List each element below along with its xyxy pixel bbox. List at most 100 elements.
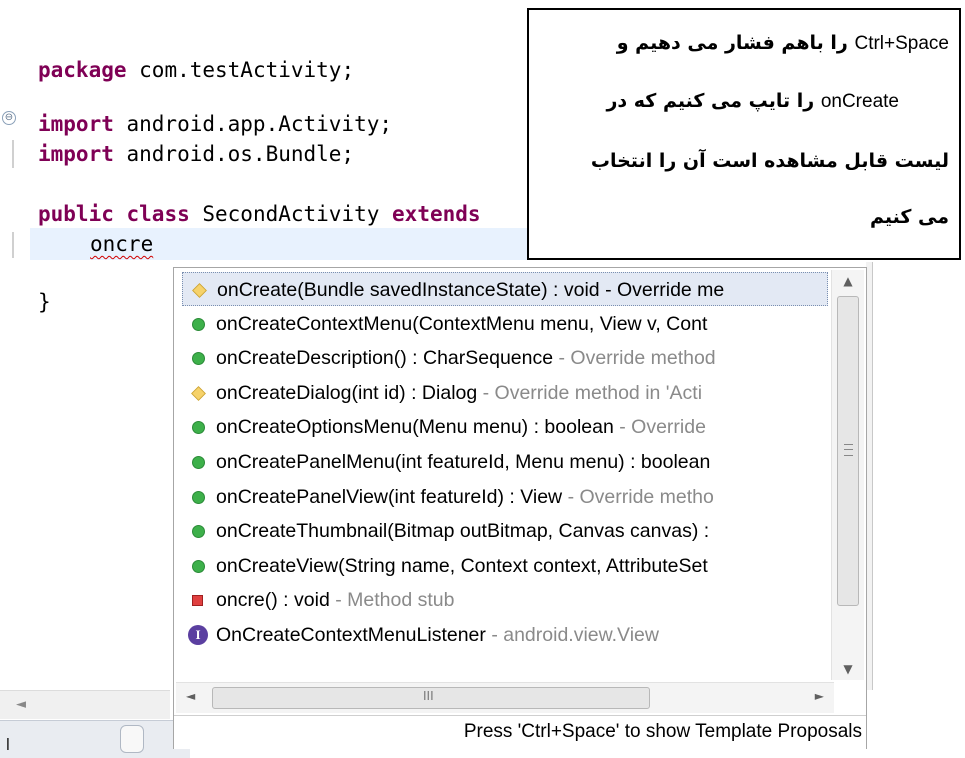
- scroll-thumb[interactable]: III: [212, 687, 650, 709]
- horizontal-scrollbar[interactable]: ◄ III ►: [176, 682, 834, 713]
- proposal-signature: onCreatePanelMenu(int featureId, Menu me…: [216, 451, 711, 473]
- proposal-item[interactable]: I OnCreateContextMenuListener - android.v…: [182, 618, 828, 652]
- tab-label[interactable]: l: [6, 735, 10, 755]
- annotation-text: را باهم فشار می دهیم و: [616, 32, 848, 54]
- diamond-icon: [192, 283, 207, 298]
- interface-icon: I: [188, 625, 208, 645]
- proposal-list[interactable]: onCreate(Bundle savedInstanceState) : vo…: [174, 268, 830, 680]
- green-dot-icon: [192, 490, 205, 504]
- annotation-line-3: لیست قابل مشاهده است آن را انتخاب: [590, 150, 949, 172]
- proposal-label: onCreate(Bundle savedInstanceState) : vo…: [217, 273, 725, 305]
- proposal-item[interactable]: onCreateDialog(int id) : Dialog - Overri…: [182, 376, 828, 410]
- proposal-label: onCreateDescription() : CharSequence - O…: [216, 341, 716, 375]
- proposal-signature: onCreateView(String name, Context contex…: [216, 554, 708, 577]
- code-line-close-brace: }: [38, 290, 51, 314]
- margin-bar: [12, 232, 14, 258]
- proposal-signature: onCreateContextMenu(ContextMenu menu, Vi…: [216, 312, 708, 335]
- annotation-line-4: می کنیم: [869, 206, 949, 228]
- proposal-label: onCreateContextMenu(ContextMenu menu, Vi…: [216, 307, 707, 341]
- package-name: com.testActivity;: [126, 58, 355, 82]
- proposal-detail: - Override method: [553, 347, 716, 370]
- bottom-tab-strip: l: [0, 720, 190, 758]
- proposal-item[interactable]: onCreateDescription() : CharSequence - O…: [182, 341, 828, 375]
- proposal-detail: - Override me: [599, 279, 725, 301]
- proposal-detail: - Override metho: [562, 485, 714, 508]
- proposal-label: onCreateDialog(int id) : Dialog - Overri…: [216, 376, 702, 410]
- proposal-signature: onCreateDescription() : CharSequence: [216, 347, 554, 370]
- red-square-icon: [192, 595, 203, 607]
- proposal-detail: - Method stub: [329, 589, 455, 612]
- keyword: class: [126, 202, 190, 226]
- import-path: android.os.Bundle;: [113, 142, 355, 166]
- margin-bar: [12, 140, 14, 168]
- proposal-signature: onCreateThumbnail(Bitmap outBitmap, Canv…: [216, 520, 710, 543]
- proposal-item[interactable]: onCreateContextMenu(ContextMenu menu, Vi…: [182, 307, 828, 341]
- proposal-item[interactable]: onCreate(Bundle savedInstanceState) : vo…: [182, 272, 828, 306]
- green-dot-icon: [192, 559, 205, 573]
- proposal-signature: onCreateOptionsMenu(Menu menu) : boolean: [216, 416, 614, 439]
- proposal-signature: onCreateDialog(int id) : Dialog: [216, 381, 478, 404]
- proposal-item[interactable]: onCreatePanelMenu(int featureId, Menu me…: [182, 445, 828, 479]
- code-line-typed: oncre: [90, 232, 153, 256]
- popup-status-bar: Press 'Ctrl+Space' to show Template Prop…: [174, 715, 866, 749]
- typed-text: oncre: [90, 232, 154, 256]
- proposal-item[interactable]: onCreatePanelView(int featureId) : View …: [182, 480, 828, 514]
- shortcut-text: Ctrl+Space: [854, 33, 949, 54]
- proposal-detail: - android.view.View: [485, 624, 659, 646]
- keyword: package: [38, 58, 127, 82]
- scroll-left-icon[interactable]: ◄: [186, 689, 195, 703]
- proposal-label: OnCreateContextMenuListener - android.vi…: [216, 618, 659, 652]
- proposal-label: onCreateView(String name, Context contex…: [216, 549, 708, 583]
- proposal-label: onCreatePanelMenu(int featureId, Menu me…: [216, 445, 710, 479]
- grip-icon: III: [423, 689, 434, 703]
- proposal-signature: onCreate(Bundle savedInstanceState) : vo…: [217, 279, 600, 301]
- keyword: import: [38, 142, 114, 166]
- proposal-item[interactable]: oncre() : void - Method stub: [182, 583, 828, 617]
- keyword: extends: [392, 202, 481, 226]
- proposal-label: onCreatePanelView(int featureId) : View …: [216, 480, 714, 514]
- proposal-label: onCreateOptionsMenu(Menu menu) : boolean…: [216, 410, 706, 444]
- scroll-right-icon[interactable]: ►: [815, 689, 824, 703]
- popup-edge: [866, 262, 873, 690]
- diamond-icon: [191, 385, 206, 401]
- method-text: onCreate: [820, 91, 899, 112]
- proposal-item[interactable]: onCreateOptionsMenu(Menu menu) : boolean…: [182, 410, 828, 444]
- class-name: SecondActivity: [189, 202, 393, 226]
- vertical-scrollbar[interactable]: ▲ ▼: [831, 270, 864, 680]
- proposal-label: onCreateThumbnail(Bitmap outBitmap, Canv…: [216, 514, 709, 548]
- scroll-left-icon[interactable]: ◄: [16, 697, 26, 712]
- annotation-box: Ctrl+Space را باهم فشار می دهیم و onCrea…: [527, 8, 961, 260]
- proposal-signature: onCreatePanelView(int featureId) : View: [216, 485, 563, 508]
- keyword: import: [38, 112, 114, 136]
- green-dot-icon: [192, 352, 205, 366]
- green-dot-icon: [192, 525, 205, 539]
- proposal-signature: oncre() : void: [216, 589, 330, 612]
- code-line-class-decl: public class SecondActivity extends: [38, 202, 481, 226]
- grip-icon: [844, 444, 853, 456]
- proposal-detail: - Override: [613, 416, 706, 439]
- proposal-item[interactable]: onCreateView(String name, Context contex…: [182, 549, 828, 583]
- annotation-line-1: Ctrl+Space را باهم فشار می دهیم و: [617, 32, 949, 55]
- green-dot-icon: [192, 317, 205, 331]
- proposal-item[interactable]: onCreateThumbnail(Bitmap outBitmap, Canv…: [182, 514, 828, 548]
- proposal-detail: - Override method in 'Acti: [477, 381, 703, 404]
- annotation-text: را تایپ می کنیم که در: [606, 90, 815, 112]
- scroll-thumb[interactable]: [837, 296, 859, 606]
- code-line-import-activity: import android.app.Activity;: [38, 112, 392, 136]
- scroll-down-icon[interactable]: ▼: [832, 658, 864, 680]
- import-path: android.app.Activity;: [113, 112, 393, 136]
- status-text[interactable]: Press 'Ctrl+Space' to show Template Prop…: [464, 721, 862, 743]
- collapse-icon[interactable]: ⊖: [2, 111, 16, 125]
- green-dot-icon: [192, 421, 205, 435]
- proposal-label: oncre() : void - Method stub: [216, 583, 454, 617]
- editor-horizontal-scrollbar[interactable]: ◄: [0, 690, 170, 719]
- annotation-line-2: onCreate را تایپ می کنیم که در: [606, 90, 899, 113]
- code-line-import-bundle: import android.os.Bundle;: [38, 142, 354, 166]
- scroll-up-icon[interactable]: ▲: [832, 270, 864, 292]
- file-icon[interactable]: [120, 725, 144, 753]
- proposal-signature: OnCreateContextMenuListener: [216, 624, 486, 646]
- code-line-package: package com.testActivity;: [38, 58, 354, 82]
- content-assist-popup[interactable]: onCreate(Bundle savedInstanceState) : vo…: [173, 267, 867, 749]
- keyword: public: [38, 202, 114, 226]
- green-dot-icon: [192, 456, 205, 469]
